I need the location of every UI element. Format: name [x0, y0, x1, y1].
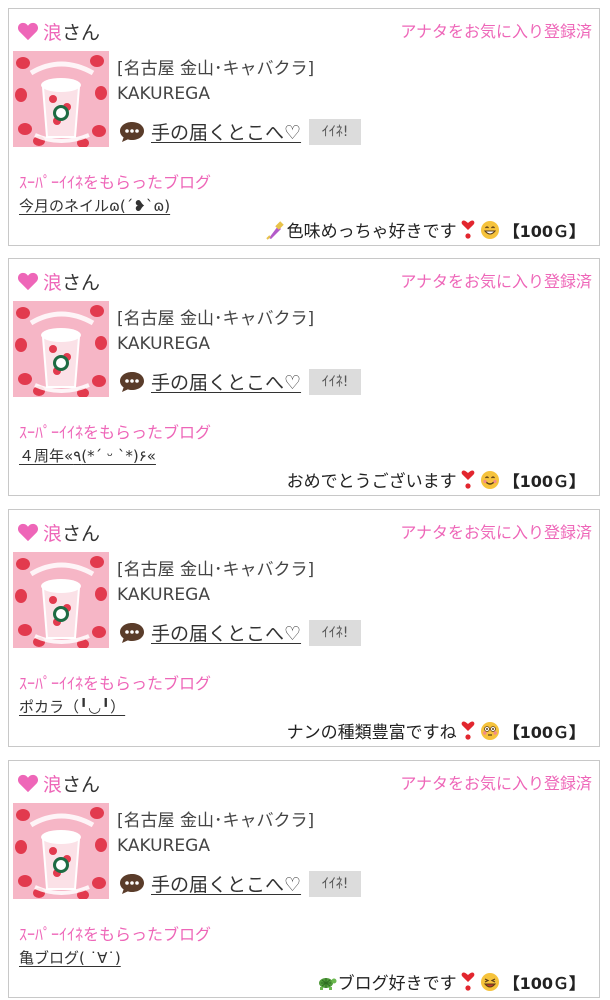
user-name-link[interactable]: 浪: [43, 770, 62, 797]
card-header: 浪さん: [17, 17, 100, 45]
blog-like-feed: 浪さん アナタをお気に入り登録済 [名古屋 金山･キャバクラ] KAKUREGA 手の…: [0, 0, 610, 1000]
red-heart-exclamation-icon: [458, 721, 478, 741]
heart-icon: [17, 522, 39, 542]
ine-button[interactable]: ｲｲﾈ!: [309, 118, 362, 145]
shop-category: [名古屋 金山･キャバクラ]: [117, 59, 315, 79]
post-title-link[interactable]: ４周年«٩(*´ ᵕ `*)۶«: [19, 445, 156, 466]
user-suffix: さん: [62, 271, 101, 294]
blog-like-card: 浪さん アナタをお気に入り登録済 [名古屋 金山･キャバクラ] KAKUREGA 手の…: [8, 8, 600, 246]
post-title-link[interactable]: 今月のネイルɷ(´❥`ɷ): [19, 195, 170, 216]
favorite-status-link[interactable]: アナタをお気に入り登録済: [400, 519, 592, 543]
shop-category: [名古屋 金山･キャバクラ]: [117, 309, 315, 329]
user-suffix: さん: [62, 21, 101, 44]
post-title-link[interactable]: ポカラ（╹◡╹）: [19, 696, 125, 717]
super-ine-label: ｽｰﾊﾟｰｲｲﾈをもらったブログ: [19, 674, 212, 693]
red-heart-exclamation-icon: [458, 220, 478, 240]
heart-icon: [17, 773, 39, 793]
turtle-icon: [317, 972, 337, 992]
speech-bubble-icon: [119, 873, 145, 895]
blog-title-link[interactable]: 手の届くとこへ♡: [151, 118, 301, 145]
points-badge: 【100Ｇ】: [503, 722, 585, 742]
shop-name: KAKUREGA: [117, 836, 210, 856]
comment-text: ブログ好きです: [337, 974, 457, 994]
super-ine-label: ｽｰﾊﾟｰｲｲﾈをもらったブログ: [19, 925, 212, 944]
laughing-face-icon: [480, 972, 500, 992]
blog-title-link[interactable]: 手の届くとこへ♡: [151, 619, 301, 646]
ine-button[interactable]: ｲｲﾈ!: [309, 619, 362, 646]
shop-info: [名古屋 金山･キャバクラ] KAKUREGA: [117, 809, 314, 859]
speech-bubble-icon: [119, 622, 145, 644]
favorite-status-link[interactable]: アナタをお気に入り登録済: [400, 770, 592, 794]
favorite-status-link[interactable]: アナタをお気に入り登録済: [400, 268, 592, 292]
profile-thumbnail[interactable]: [13, 51, 109, 147]
blog-line: 手の届くとこへ♡ ｲｲﾈ!: [119, 870, 362, 897]
comment-text: ナンの種類豊富ですね: [286, 723, 457, 743]
shop-info: [名古屋 金山･キャバクラ] KAKUREGA: [117, 558, 314, 608]
post-title-link[interactable]: 亀ブログ( ˙∀˙): [19, 947, 121, 968]
super-ine-label: ｽｰﾊﾟｰｲｲﾈをもらったブログ: [19, 423, 212, 442]
user-name-link[interactable]: 浪: [43, 268, 62, 295]
points-badge: 【100Ｇ】: [503, 973, 585, 993]
points-badge: 【100Ｇ】: [503, 221, 585, 241]
card-header: 浪さん: [17, 518, 100, 546]
red-heart-exclamation-icon: [458, 470, 478, 490]
shop-name: KAKUREGA: [117, 84, 210, 104]
heart-icon: [17, 271, 39, 291]
blog-like-card: 浪さん アナタをお気に入り登録済 [名古屋 金山･キャバクラ] KAKUREGA 手の…: [8, 509, 600, 747]
shop-info: [名古屋 金山･キャバクラ] KAKUREGA: [117, 57, 314, 107]
profile-thumbnail[interactable]: [13, 301, 109, 397]
blog-like-card: 浪さん アナタをお気に入り登録済 [名古屋 金山･キャバクラ] KAKUREGA 手の…: [8, 258, 600, 496]
flushed-face-icon: [480, 721, 500, 741]
red-heart-exclamation-icon: [458, 972, 478, 992]
speech-bubble-icon: [119, 371, 145, 393]
comment-row: 色味めっちゃ好きです 【100Ｇ】: [265, 217, 585, 242]
card-header: 浪さん: [17, 267, 100, 295]
nail-polish-icon: [265, 220, 286, 240]
profile-thumbnail[interactable]: [13, 552, 109, 648]
shop-name: KAKUREGA: [117, 334, 210, 354]
ine-button[interactable]: ｲｲﾈ!: [309, 870, 362, 897]
blog-title-link[interactable]: 手の届くとこへ♡: [151, 368, 301, 395]
blog-line: 手の届くとこへ♡ ｲｲﾈ!: [119, 118, 362, 145]
comment-row: おめでとうございます 【100Ｇ】: [287, 467, 585, 492]
profile-thumbnail[interactable]: [13, 803, 109, 899]
user-name-link[interactable]: 浪: [43, 519, 62, 546]
blog-line: 手の届くとこへ♡ ｲｲﾈ!: [119, 619, 362, 646]
smiling-face-icon: [480, 470, 500, 490]
comment-row: ブログ好きです 【100Ｇ】: [316, 969, 585, 994]
points-badge: 【100Ｇ】: [503, 471, 585, 491]
comment-text: 色味めっちゃ好きです: [286, 222, 457, 242]
favorite-status-link[interactable]: アナタをお気に入り登録済: [400, 18, 592, 42]
heart-icon: [17, 21, 39, 41]
user-suffix: さん: [62, 773, 101, 796]
shop-category: [名古屋 金山･キャバクラ]: [117, 811, 315, 831]
ine-button[interactable]: ｲｲﾈ!: [309, 368, 362, 395]
comment-row: ナンの種類豊富ですね 【100Ｇ】: [287, 718, 585, 743]
comment-text: おめでとうございます: [286, 472, 457, 492]
user-name-link[interactable]: 浪: [43, 18, 62, 45]
blog-like-card: 浪さん アナタをお気に入り登録済 [名古屋 金山･キャバクラ] KAKUREGA 手の…: [8, 760, 600, 998]
grinning-face-icon: [480, 220, 500, 240]
blog-line: 手の届くとこへ♡ ｲｲﾈ!: [119, 368, 362, 395]
super-ine-label: ｽｰﾊﾟｰｲｲﾈをもらったブログ: [19, 173, 212, 192]
blog-title-link[interactable]: 手の届くとこへ♡: [151, 870, 301, 897]
shop-name: KAKUREGA: [117, 585, 210, 605]
card-header: 浪さん: [17, 769, 100, 797]
user-suffix: さん: [62, 522, 101, 545]
shop-category: [名古屋 金山･キャバクラ]: [117, 560, 315, 580]
speech-bubble-icon: [119, 121, 145, 143]
shop-info: [名古屋 金山･キャバクラ] KAKUREGA: [117, 307, 314, 357]
